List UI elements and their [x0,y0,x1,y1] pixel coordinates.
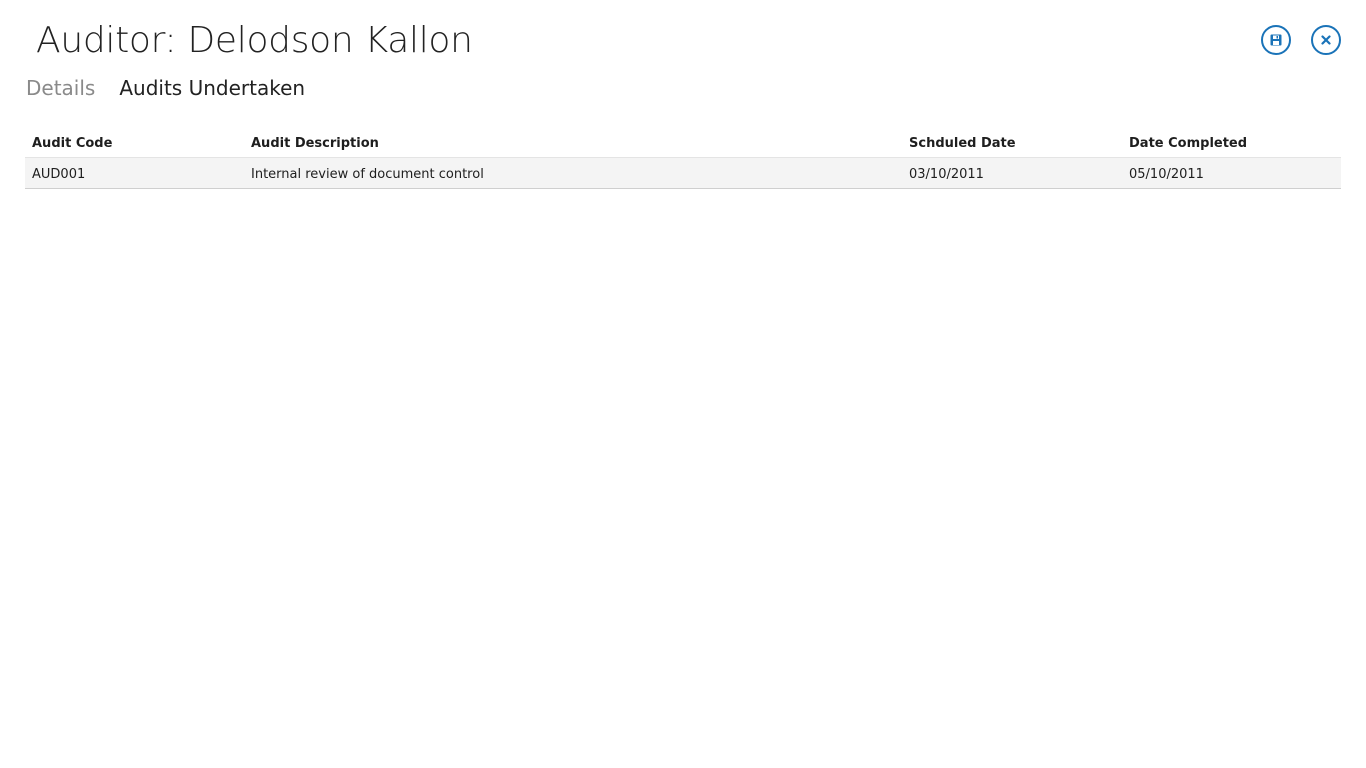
close-button[interactable] [1311,25,1341,55]
column-header-audit-code[interactable]: Audit Code [25,127,244,158]
close-icon [1321,35,1331,45]
page-title: Auditor: Delodson Kallon [36,20,473,61]
tab-audits-undertaken[interactable]: Audits Undertaken [119,74,305,102]
save-icon [1270,34,1282,46]
tab-bar: Details Audits Undertaken [26,74,305,102]
tab-details[interactable]: Details [26,74,95,102]
save-button[interactable] [1261,25,1291,55]
cell-scheduled-date: 03/10/2011 [902,157,1122,189]
column-header-audit-description[interactable]: Audit Description [244,127,902,158]
cell-date-completed: 05/10/2011 [1122,157,1341,189]
cell-audit-code: AUD001 [25,157,244,189]
audits-table: Audit Code Audit Description Schduled Da… [25,127,1341,189]
cell-audit-description: Internal review of document control [244,157,902,189]
column-header-scheduled-date[interactable]: Schduled Date [902,127,1122,158]
table-row[interactable]: AUD001 Internal review of document contr… [25,157,1341,189]
column-header-date-completed[interactable]: Date Completed [1122,127,1341,158]
table-header-row: Audit Code Audit Description Schduled Da… [25,127,1341,158]
